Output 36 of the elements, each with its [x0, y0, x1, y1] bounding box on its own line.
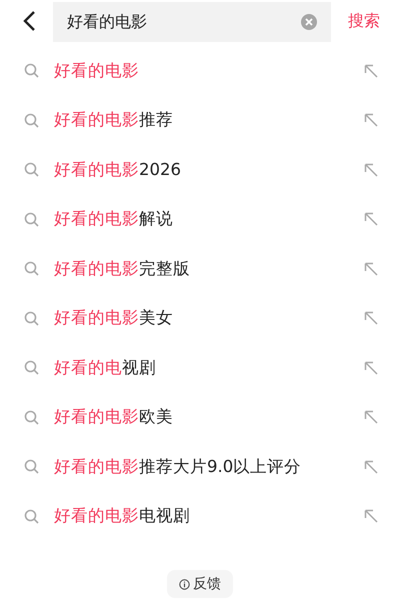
search-icon: [24, 162, 39, 178]
search-icon: [24, 459, 39, 474]
suggestion-item[interactable]: 好看的电影推荐: [54, 109, 364, 132]
fill-arrow-icon[interactable]: [364, 460, 378, 474]
suggestion-item[interactable]: 好看的电影: [54, 60, 364, 82]
fill-arrow-icon[interactable]: [364, 360, 378, 375]
suggestion-item[interactable]: 好看的电影完整版: [54, 258, 364, 280]
fill-arrow-icon[interactable]: [364, 262, 378, 276]
suggestion-item[interactable]: 好看的电影2026: [54, 158, 364, 181]
suggestion-item[interactable]: 好看的电影美女: [54, 307, 364, 330]
fill-arrow-icon[interactable]: [364, 509, 378, 524]
feedback-button[interactable]: 反馈: [167, 570, 233, 598]
back-icon[interactable]: [22, 10, 36, 32]
fill-arrow-icon[interactable]: [364, 162, 378, 177]
fill-arrow-icon[interactable]: [364, 113, 378, 128]
search-icon: [24, 261, 39, 276]
search-link[interactable]: 搜索: [348, 10, 380, 32]
search-icon: [24, 212, 39, 227]
search-icon: [24, 410, 39, 425]
suggestion-item[interactable]: 好看的电影推荐大片9.0以上评分: [54, 456, 364, 478]
clear-icon[interactable]: [301, 14, 317, 30]
info-icon: [179, 578, 190, 590]
suggestion-item[interactable]: 好看的电影电视剧: [54, 505, 364, 528]
suggestion-item[interactable]: 好看的电视剧: [54, 356, 364, 379]
suggestion-item[interactable]: 好看的电影解说: [54, 208, 364, 230]
search-icon: [24, 63, 39, 78]
fill-arrow-icon[interactable]: [364, 64, 378, 78]
fill-arrow-icon[interactable]: [364, 212, 378, 226]
search-icon: [24, 508, 39, 524]
search-field[interactable]: 好看的电影: [53, 2, 331, 42]
search-icon: [24, 112, 39, 128]
search-icon: [24, 310, 39, 326]
search-icon: [24, 360, 39, 376]
fill-arrow-icon[interactable]: [364, 410, 378, 424]
suggestion-item[interactable]: 好看的电影欧美: [54, 406, 364, 428]
fill-arrow-icon[interactable]: [364, 311, 378, 326]
